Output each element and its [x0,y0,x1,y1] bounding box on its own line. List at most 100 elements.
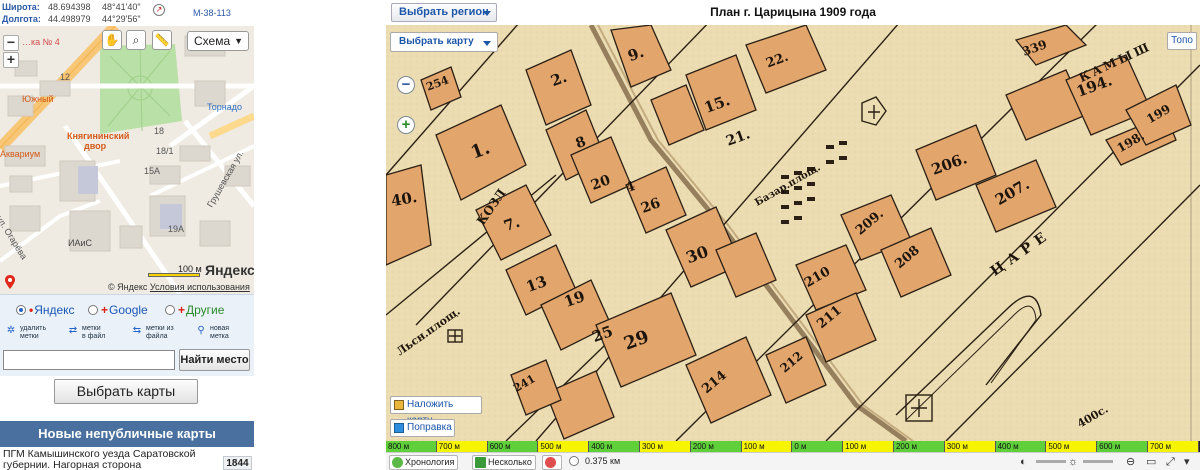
brightness-icon[interactable]: ☼ [1068,455,1078,469]
provider-google-radio[interactable] [88,305,98,315]
yandex-minimap[interactable]: − + ✋ ⌕ 📏 Схема ▼ …ка № 4 Южный Княгинин… [0,26,254,294]
distance-value: 0.375 км [585,456,621,466]
poi-tornado[interactable]: Торнадо [207,102,242,112]
provider-other[interactable]: + Другие [165,303,224,317]
longitude-row: Долгота: 44.498979 44°29'56" [2,13,144,25]
longitude-dms: 44°29'56" [102,14,141,24]
compass-icon[interactable]: ↗ [153,4,165,16]
new-mark-line1: новая [210,325,230,332]
export-marks-line1: метки [82,325,101,332]
magnifier-tool-icon[interactable]: ⌕ [126,30,146,50]
place-search-input[interactable] [3,350,175,370]
chevron-down-icon: ▼ [234,36,243,46]
house-number-12: 12 [60,72,71,82]
export-marks-line2: в файл [82,333,106,340]
block-label-15: 15. [701,91,733,117]
block-label-210: 210 [802,264,834,291]
map-type-value: Схема [194,34,231,48]
new-maps-heading: Новые непубличные карты [0,421,254,447]
new-mark-icon: ⚲ [197,325,205,336]
block-label-7: 7. [501,212,523,236]
provider-google[interactable]: + Google [88,303,148,317]
delete-marks-button[interactable]: ✲ удалить метки [5,325,46,341]
scale-segment: 700 м [436,441,488,452]
delete-marks-icon: ✲ [6,325,16,336]
scale-segment: 700 м [1147,441,1199,452]
latitude-label: Широта: [2,2,40,12]
provider-yandex[interactable]: • Яндекс [16,303,75,317]
poi-yuzhny[interactable]: Южный [22,94,54,104]
latitude-decimal: 48.694398 [48,2,91,12]
poi-akvariya[interactable]: Аквариум [0,149,40,159]
select-region-button[interactable]: Выбрать регион [391,3,497,22]
zoom-out-button[interactable]: − [397,76,415,94]
several-maps-label: Несколько [488,457,532,467]
poi-iais[interactable]: ИАиС [68,238,92,248]
fullscreen-icon[interactable]: ▭ [1146,455,1156,469]
correction-label: Поправка [407,422,452,433]
block-label-9: 9. [625,42,647,66]
map-type-select[interactable]: Схема ▼ [187,31,249,51]
block-label-13: 13 [523,271,550,297]
select-map-word: карту [446,36,474,47]
export-marks-button[interactable]: ⇄ метки в файл [67,325,106,341]
provider-other-radio[interactable] [165,305,175,315]
block-label-241: 241 [511,372,538,395]
zoom-out-small-icon[interactable]: ⊖ [1126,455,1135,469]
list-item[interactable]: ПГМ Камышинского уезда Саратовской губер… [0,447,254,470]
terms-link[interactable]: Условия использования [150,282,250,292]
overlay-layers-icon [394,400,404,410]
block-label-1: 1. [467,137,493,164]
location-pin-icon[interactable] [5,275,15,289]
plus-icon: • [29,303,34,317]
poi-dvor-line1[interactable]: Княгининский [67,131,129,141]
brightness-slider[interactable] [1083,460,1113,463]
scale-segment: 500 м [538,441,590,452]
historic-map-canvas[interactable]: 1. 2. 8 7. 13 19 25 20 4 9. 15. 21. 22. … [386,25,1200,441]
correction-button[interactable]: Поправка [390,419,455,437]
select-map-button[interactable]: Выбрать карту [390,32,498,52]
clear-button[interactable] [542,455,562,470]
several-maps-button[interactable]: Несколько [472,455,536,470]
contrast-slider[interactable] [1036,460,1066,463]
hand-tool-icon[interactable]: ✋ [102,30,122,50]
expand-icon[interactable]: ⤢ [1166,455,1175,469]
topo-toggle-button[interactable]: Топо [1167,32,1197,50]
block-label-206: 206. [929,149,970,179]
scale-segment: 300 м [639,441,691,452]
block-label-30: 30 [683,241,711,268]
block-label-40: 40. [389,187,419,211]
poi-clinic[interactable]: …ка № 4 [22,37,60,47]
longitude-label: Долгота: [2,14,41,24]
distance-readout: 0.375 км [569,456,620,466]
settings-icon[interactable]: ▾ [1184,455,1190,469]
yandex-logo: Яндекс [205,262,254,278]
poi-dvor-line2[interactable]: двор [84,141,106,151]
delete-marks-line1: удалить [20,325,47,332]
block-label-25: 25 [589,321,616,347]
chronology-button[interactable]: Хронология [389,455,459,470]
import-marks-button[interactable]: ⇆ метки из файла [131,325,174,341]
find-place-button[interactable]: Найти место [179,349,250,371]
new-map-title[interactable]: ПГМ Камышинского уезда Саратовской губер… [3,449,219,470]
scale-segment: 400 м [589,441,640,452]
scale-segment: 200 м [690,441,742,452]
contrast-icon[interactable]: ◐ [1020,455,1027,469]
minimap-zoom-out-button[interactable]: − [3,35,19,51]
minimap-zoom-in-button[interactable]: + [3,52,19,68]
zoom-in-button[interactable]: + [397,116,415,134]
block-label-29: 29 [621,326,652,355]
export-marks-icon: ⇄ [68,325,78,336]
block-label-211: 211 [814,303,845,332]
delete-marks-text: удалить метки [20,325,46,341]
ruler-tool-icon[interactable]: 📏 [152,30,172,50]
provider-yandex-radio[interactable] [16,305,26,315]
choose-maps-button[interactable]: Выбрать карты [54,379,198,404]
scale-segment: 600 м [487,441,539,452]
new-mark-button[interactable]: ⚲ новая метка [195,325,229,341]
scale-segment: 500 м [1046,441,1098,452]
chronology-label: Хронология [405,457,455,467]
new-mark-text: новая метка [210,325,229,341]
overlay-map-button[interactable]: Наложить карту [390,396,482,426]
map-sheet-code[interactable]: M-38-113 [193,7,231,19]
